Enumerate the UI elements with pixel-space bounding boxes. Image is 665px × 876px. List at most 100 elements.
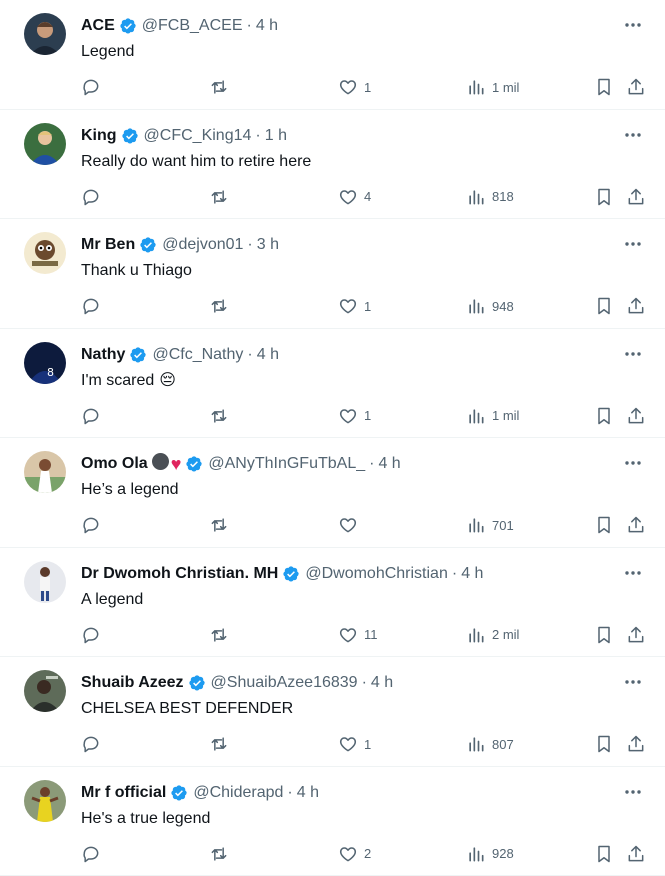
- reply-button[interactable]: [81, 732, 101, 756]
- avatar[interactable]: [24, 232, 66, 274]
- display-name[interactable]: Omo Ola: [81, 455, 148, 473]
- reply-tweet[interactable]: Dr Dwomoh Christian. MH @DwomohChristian…: [0, 548, 665, 658]
- avatar[interactable]: [24, 561, 66, 603]
- avatar[interactable]: [24, 670, 66, 712]
- timestamp[interactable]: 1 h: [265, 127, 287, 145]
- reply-tweet[interactable]: King @CFC_King14 · 1 h Really do want hi…: [0, 110, 665, 220]
- timestamp[interactable]: 4 h: [461, 565, 483, 583]
- bookmark-icon: [594, 515, 614, 535]
- avatar[interactable]: [24, 451, 66, 493]
- user-handle[interactable]: @Cfc_Nathy: [152, 346, 243, 364]
- more-dots-icon[interactable]: [623, 672, 643, 692]
- reply-tweet[interactable]: Mr f official @Chiderapd · 4 h He's a tr…: [0, 767, 665, 876]
- reply-button[interactable]: [81, 294, 101, 318]
- timestamp[interactable]: 4 h: [378, 455, 400, 473]
- reply-button[interactable]: [81, 75, 101, 99]
- retweet-button[interactable]: [209, 185, 229, 209]
- display-name[interactable]: ACE: [81, 17, 115, 35]
- retweet-button[interactable]: [209, 75, 229, 99]
- share-button[interactable]: [626, 185, 646, 209]
- more-dots-icon[interactable]: [623, 125, 643, 145]
- avatar[interactable]: 8: [24, 342, 66, 384]
- share-button[interactable]: [626, 732, 646, 756]
- display-name[interactable]: King: [81, 127, 117, 145]
- display-name[interactable]: Mr Ben: [81, 236, 135, 254]
- bookmark-button[interactable]: [594, 842, 614, 866]
- views-button[interactable]: 807: [466, 732, 514, 756]
- like-button[interactable]: 2: [338, 842, 371, 866]
- views-button[interactable]: 2 mil: [466, 623, 519, 647]
- more-dots-icon[interactable]: [623, 344, 643, 364]
- views-button[interactable]: 1 mil: [466, 404, 519, 428]
- reply-tweet[interactable]: ACE @FCB_ACEE · 4 h Legend 1: [0, 0, 665, 110]
- user-handle[interactable]: @DwomohChristian: [305, 565, 448, 583]
- reply-button[interactable]: [81, 404, 101, 428]
- like-button[interactable]: 1: [338, 75, 371, 99]
- user-handle[interactable]: @ANyThInGFuTbAL_: [208, 455, 365, 473]
- share-icon: [626, 296, 646, 316]
- retweet-button[interactable]: [209, 623, 229, 647]
- share-button[interactable]: [626, 75, 646, 99]
- display-name[interactable]: Mr f official: [81, 784, 166, 802]
- bookmark-button[interactable]: [594, 623, 614, 647]
- more-dots-icon[interactable]: [623, 15, 643, 35]
- avatar[interactable]: [24, 13, 66, 55]
- views-button[interactable]: 1 mil: [466, 75, 519, 99]
- bookmark-button[interactable]: [594, 294, 614, 318]
- like-button[interactable]: 1: [338, 404, 371, 428]
- timestamp[interactable]: 3 h: [257, 236, 279, 254]
- retweet-button[interactable]: [209, 732, 229, 756]
- share-button[interactable]: [626, 404, 646, 428]
- user-handle[interactable]: @ShuaibAzee16839: [211, 674, 358, 692]
- avatar[interactable]: [24, 123, 66, 165]
- user-handle[interactable]: @Chiderapd: [193, 784, 283, 802]
- reply-tweet[interactable]: 8 Nathy @Cfc_Nathy · 4 h I'm scared😔 1: [0, 329, 665, 439]
- views-button[interactable]: 818: [466, 185, 514, 209]
- more-dots-icon[interactable]: [623, 782, 643, 802]
- like-button[interactable]: 1: [338, 294, 371, 318]
- reply-tweet[interactable]: Shuaib Azeez @ShuaibAzee16839 · 4 h CHEL…: [0, 657, 665, 767]
- timestamp[interactable]: 4 h: [297, 784, 319, 802]
- timestamp[interactable]: 4 h: [256, 17, 278, 35]
- display-name[interactable]: Shuaib Azeez: [81, 674, 184, 692]
- more-dots-icon[interactable]: [623, 453, 643, 473]
- share-button[interactable]: [626, 294, 646, 318]
- bookmark-button[interactable]: [594, 404, 614, 428]
- views-button[interactable]: 928: [466, 842, 514, 866]
- timestamp[interactable]: 4 h: [371, 674, 393, 692]
- verified-badge-icon: [139, 236, 157, 254]
- retweet-button[interactable]: [209, 294, 229, 318]
- reply-tweet[interactable]: Omo Ola ♥ @ANyThInGFuTbAL_ · 4 h He’s a …: [0, 438, 665, 548]
- reply-icon: [81, 406, 101, 426]
- like-button[interactable]: 1: [338, 732, 371, 756]
- like-button[interactable]: 4: [338, 185, 371, 209]
- display-name[interactable]: Nathy: [81, 346, 125, 364]
- user-handle[interactable]: @FCB_ACEE: [142, 17, 243, 35]
- avatar[interactable]: [24, 780, 66, 822]
- display-name[interactable]: Dr Dwomoh Christian. MH: [81, 565, 278, 583]
- bookmark-button[interactable]: [594, 185, 614, 209]
- share-button[interactable]: [626, 623, 646, 647]
- bookmark-button[interactable]: [594, 513, 614, 537]
- bookmark-button[interactable]: [594, 75, 614, 99]
- more-dots-icon[interactable]: [623, 563, 643, 583]
- reply-button[interactable]: [81, 623, 101, 647]
- like-button[interactable]: [338, 513, 364, 537]
- share-button[interactable]: [626, 842, 646, 866]
- bookmark-button[interactable]: [594, 732, 614, 756]
- views-button[interactable]: 948: [466, 294, 514, 318]
- reply-button[interactable]: [81, 513, 101, 537]
- user-handle[interactable]: @CFC_King14: [144, 127, 252, 145]
- more-dots-icon[interactable]: [623, 234, 643, 254]
- retweet-button[interactable]: [209, 513, 229, 537]
- views-button[interactable]: 701: [466, 513, 514, 537]
- timestamp[interactable]: 4 h: [257, 346, 279, 364]
- like-button[interactable]: 11: [338, 623, 378, 647]
- reply-button[interactable]: [81, 185, 101, 209]
- share-button[interactable]: [626, 513, 646, 537]
- user-handle[interactable]: @dejvon01: [162, 236, 243, 254]
- reply-tweet[interactable]: Mr Ben @dejvon01 · 3 h Thank u Thiago 1: [0, 219, 665, 329]
- retweet-button[interactable]: [209, 842, 229, 866]
- reply-button[interactable]: [81, 842, 101, 866]
- retweet-button[interactable]: [209, 404, 229, 428]
